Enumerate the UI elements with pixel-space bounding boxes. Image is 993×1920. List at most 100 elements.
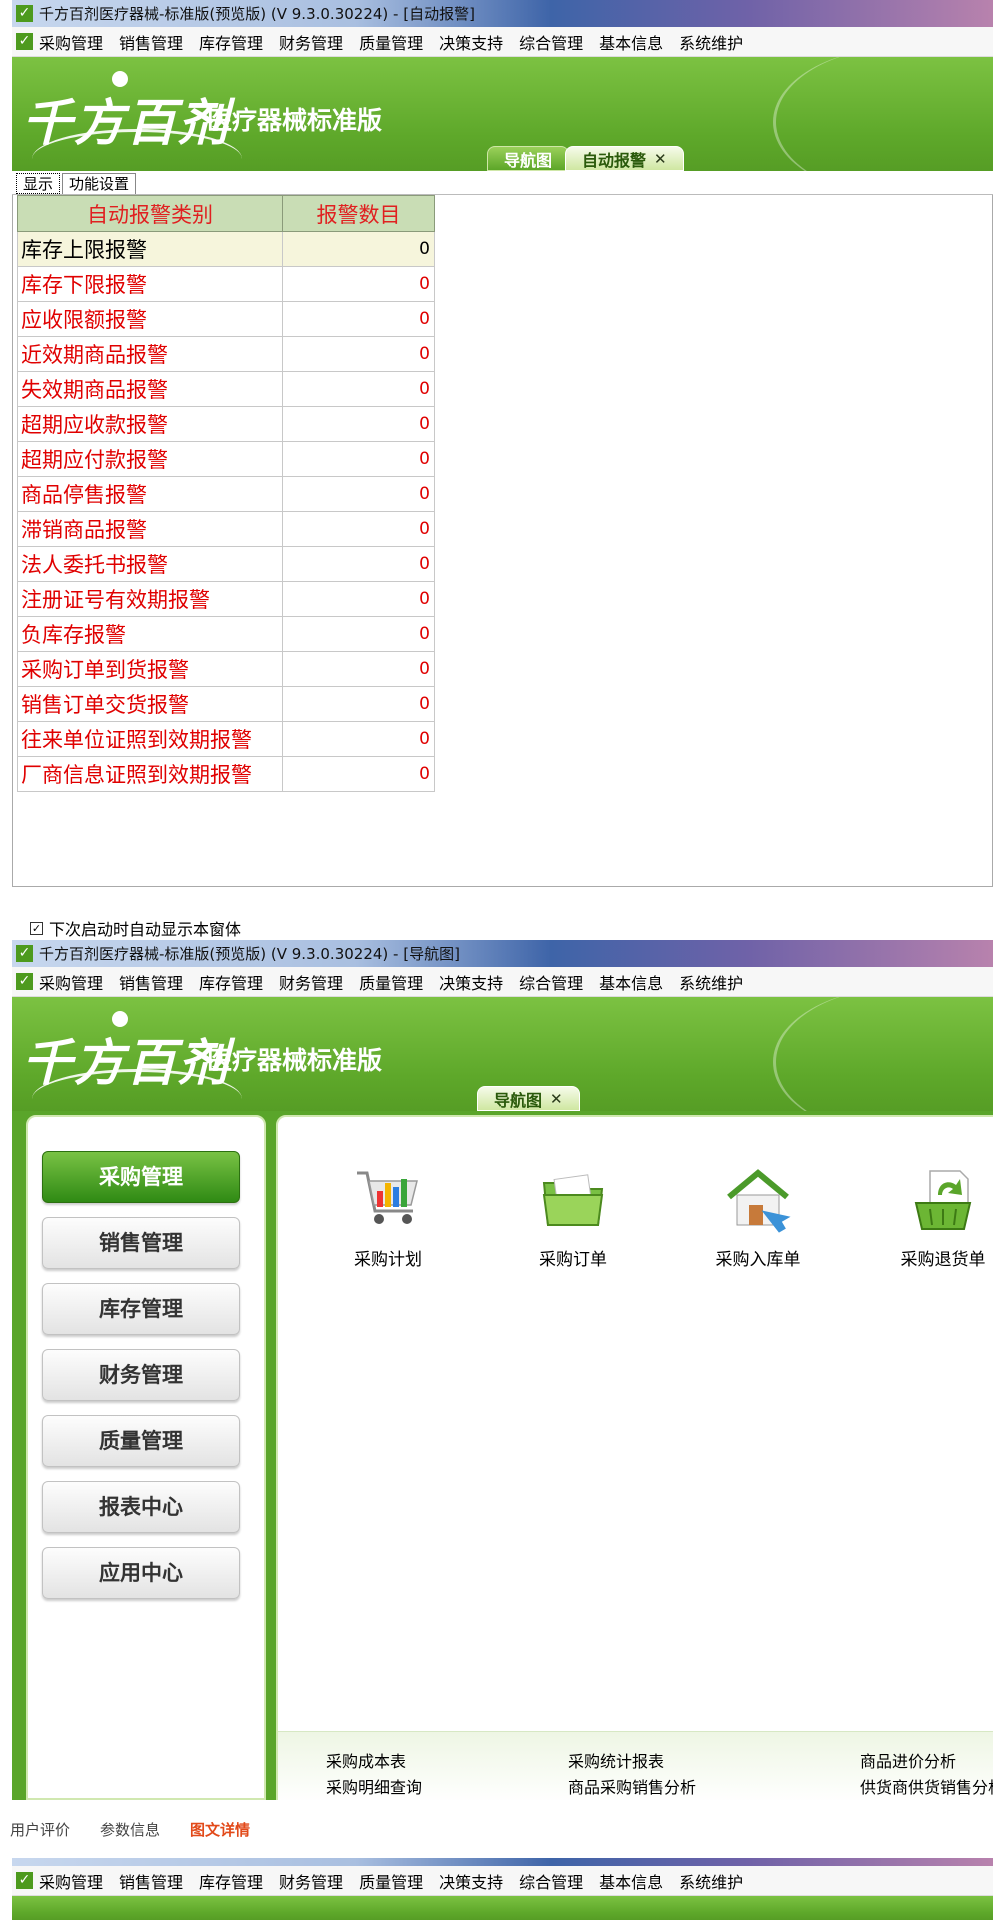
header-category[interactable]: 自动报警类别: [17, 195, 283, 232]
alarm-category-cell[interactable]: 超期应收款报警: [17, 406, 283, 442]
report-link-price-analysis[interactable]: 商品进价分析: [860, 1748, 956, 1772]
menu-app-icon-3[interactable]: ✓: [16, 1872, 33, 1889]
alarm-category-cell[interactable]: 超期应付款报警: [17, 441, 283, 477]
tab-navigation-2[interactable]: 导航图 ✕: [477, 1086, 580, 1111]
menu-inventory-2[interactable]: 库存管理: [199, 970, 263, 994]
menu-finance-3[interactable]: 财务管理: [279, 1869, 343, 1893]
menu-sales-2[interactable]: 销售管理: [119, 970, 183, 994]
alarm-count-cell[interactable]: 0: [282, 721, 435, 757]
alarm-category-cell[interactable]: 滞销商品报警: [17, 511, 283, 547]
alarm-category-cell[interactable]: 失效期商品报警: [17, 371, 283, 407]
report-link-purchase-sales[interactable]: 商品采购销售分析: [568, 1774, 696, 1798]
table-row[interactable]: 负库存报警 0: [17, 616, 435, 652]
tab-navigation[interactable]: 导航图: [487, 146, 570, 171]
menu-general[interactable]: 综合管理: [519, 30, 583, 54]
tab-user-reviews[interactable]: 用户评价: [10, 1819, 70, 1840]
alarm-category-cell[interactable]: 采购订单到货报警: [17, 651, 283, 687]
menu-quality-2[interactable]: 质量管理: [359, 970, 423, 994]
alarm-category-cell[interactable]: 库存下限报警: [17, 266, 283, 302]
table-row[interactable]: 销售订单交货报警 0: [17, 686, 435, 722]
alarm-count-cell[interactable]: 0: [282, 616, 435, 652]
alarm-category-cell[interactable]: 往来单位证照到效期报警: [17, 721, 283, 757]
header-count[interactable]: 报警数目: [282, 195, 435, 232]
table-row[interactable]: 应收限额报警 0: [17, 301, 435, 337]
alarm-category-cell[interactable]: 销售订单交货报警: [17, 686, 283, 722]
alarm-count-cell[interactable]: 0: [282, 476, 435, 512]
menu-sales[interactable]: 销售管理: [119, 30, 183, 54]
menu-sales-3[interactable]: 销售管理: [119, 1869, 183, 1893]
menu-general-2[interactable]: 综合管理: [519, 970, 583, 994]
close-icon-2[interactable]: ✕: [550, 1090, 563, 1108]
alarm-count-cell[interactable]: 0: [282, 371, 435, 407]
nav-button-apps[interactable]: 应用中心: [42, 1547, 240, 1599]
menu-app-icon[interactable]: ✓: [16, 33, 33, 50]
menu-inventory-3[interactable]: 库存管理: [199, 1869, 263, 1893]
alarm-category-cell[interactable]: 注册证号有效期报警: [17, 581, 283, 617]
menu-decision-2[interactable]: 决策支持: [439, 970, 503, 994]
nav-button-quality[interactable]: 质量管理: [42, 1415, 240, 1467]
table-row[interactable]: 库存下限报警 0: [17, 266, 435, 302]
function-purchase-return[interactable]: 采购退货单: [883, 1165, 993, 1270]
nav-button-inventory[interactable]: 库存管理: [42, 1283, 240, 1335]
alarm-count-cell[interactable]: 0: [282, 266, 435, 302]
report-link-cost[interactable]: 采购成本表: [326, 1748, 406, 1772]
menu-basic-info-2[interactable]: 基本信息: [599, 970, 663, 994]
alarm-count-cell[interactable]: 0: [282, 301, 435, 337]
report-link-supplier-sales[interactable]: 供货商供货销售分析: [860, 1774, 993, 1798]
menu-finance-2[interactable]: 财务管理: [279, 970, 343, 994]
menu-basic-info-3[interactable]: 基本信息: [599, 1869, 663, 1893]
menu-purchase-2[interactable]: 采购管理: [39, 970, 103, 994]
table-row[interactable]: 超期应收款报警 0: [17, 406, 435, 442]
tab-image-details[interactable]: 图文详情: [190, 1819, 250, 1840]
tab-parameters[interactable]: 参数信息: [100, 1819, 160, 1840]
alarm-count-cell[interactable]: 0: [282, 406, 435, 442]
menu-app-icon-2[interactable]: ✓: [16, 973, 33, 990]
nav-button-purchase[interactable]: 采购管理: [42, 1151, 240, 1203]
table-row[interactable]: 近效期商品报警 0: [17, 336, 435, 372]
table-row[interactable]: 商品停售报警 0: [17, 476, 435, 512]
menu-purchase-3[interactable]: 采购管理: [39, 1869, 103, 1893]
alarm-category-cell[interactable]: 应收限额报警: [17, 301, 283, 337]
close-icon[interactable]: ✕: [654, 150, 667, 168]
alarm-count-cell[interactable]: 0: [282, 756, 435, 792]
subtab-settings[interactable]: 功能设置: [62, 173, 137, 194]
menu-system[interactable]: 系统维护: [679, 30, 743, 54]
function-purchase-receipt[interactable]: 采购入库单: [698, 1165, 818, 1270]
table-row[interactable]: 失效期商品报警 0: [17, 371, 435, 407]
auto-show-checkbox[interactable]: ✓: [30, 921, 43, 935]
table-row[interactable]: 往来单位证照到效期报警 0: [17, 721, 435, 757]
table-row[interactable]: 采购订单到货报警 0: [17, 651, 435, 687]
alarm-category-cell[interactable]: 法人委托书报警: [17, 546, 283, 582]
nav-button-finance[interactable]: 财务管理: [42, 1349, 240, 1401]
alarm-count-cell[interactable]: 0: [282, 651, 435, 687]
menu-general-3[interactable]: 综合管理: [519, 1869, 583, 1893]
menu-basic-info[interactable]: 基本信息: [599, 30, 663, 54]
alarm-count-cell[interactable]: 0: [282, 581, 435, 617]
table-row[interactable]: 厂商信息证照到效期报警 0: [17, 756, 435, 792]
menu-quality[interactable]: 质量管理: [359, 30, 423, 54]
tab-auto-alarm[interactable]: 自动报警 ✕: [565, 146, 684, 171]
report-link-detail-query[interactable]: 采购明细查询: [326, 1774, 422, 1798]
alarm-count-cell[interactable]: 0: [282, 231, 435, 267]
menu-quality-3[interactable]: 质量管理: [359, 1869, 423, 1893]
menu-system-3[interactable]: 系统维护: [679, 1869, 743, 1893]
table-row[interactable]: 超期应付款报警 0: [17, 441, 435, 477]
alarm-count-cell[interactable]: 0: [282, 441, 435, 477]
auto-show-checkbox-row[interactable]: ✓ 下次启动时自动显示本窗体: [30, 916, 241, 940]
table-row[interactable]: 法人委托书报警 0: [17, 546, 435, 582]
function-purchase-order[interactable]: 采购订单: [513, 1165, 633, 1270]
menu-decision[interactable]: 决策支持: [439, 30, 503, 54]
menu-purchase[interactable]: 采购管理: [39, 30, 103, 54]
report-link-statistics[interactable]: 采购统计报表: [568, 1748, 664, 1772]
subtab-display[interactable]: 显示: [16, 173, 61, 194]
table-row[interactable]: 库存上限报警 0: [17, 231, 435, 267]
nav-button-sales[interactable]: 销售管理: [42, 1217, 240, 1269]
alarm-count-cell[interactable]: 0: [282, 686, 435, 722]
menu-decision-3[interactable]: 决策支持: [439, 1869, 503, 1893]
alarm-category-cell[interactable]: 库存上限报警: [17, 231, 283, 267]
alarm-count-cell[interactable]: 0: [282, 511, 435, 547]
menu-system-2[interactable]: 系统维护: [679, 970, 743, 994]
alarm-category-cell[interactable]: 近效期商品报警: [17, 336, 283, 372]
table-row[interactable]: 滞销商品报警 0: [17, 511, 435, 547]
menu-inventory[interactable]: 库存管理: [199, 30, 263, 54]
